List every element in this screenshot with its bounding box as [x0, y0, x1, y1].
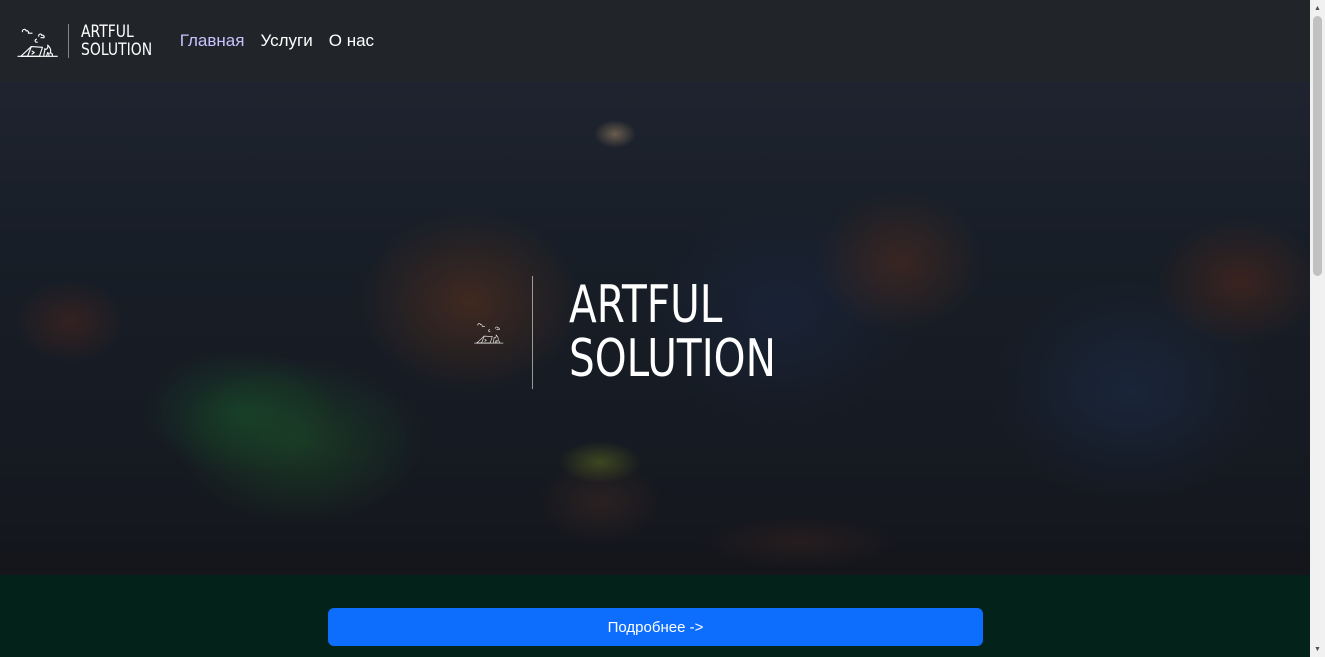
scrollbar-thumb[interactable] [1313, 16, 1322, 276]
nav-item-about[interactable]: О нас [321, 23, 382, 59]
hero-divider [532, 275, 533, 389]
hero-section: ARTFUL SOLUTION [0, 82, 1310, 575]
nav-item-services[interactable]: Услуги [252, 23, 320, 59]
nav-menu: Главная Услуги О нас [172, 23, 382, 59]
camping-tent-icon [17, 28, 58, 57]
page: ARTFUL SOLUTION Главная Услуги О нас ART… [0, 0, 1310, 657]
scroll-down-arrow-icon[interactable]: ▼ [1310, 642, 1325, 656]
brand-line2: SOLUTION [81, 40, 153, 60]
hero-logo: ARTFUL SOLUTION [474, 272, 834, 392]
more-details-button[interactable]: Подробнее -> [328, 608, 983, 646]
vertical-scrollbar[interactable]: ▲ ▼ [1310, 0, 1325, 657]
scroll-up-arrow-icon[interactable]: ▲ [1310, 1, 1325, 15]
brand-link[interactable]: ARTFUL SOLUTION [17, 21, 168, 61]
navbar: ARTFUL SOLUTION Главная Услуги О нас [0, 0, 1310, 82]
cta-section: Подробнее -> [0, 575, 1310, 657]
brand-line1: ARTFUL [81, 22, 134, 42]
brand-name: ARTFUL SOLUTION [81, 23, 152, 59]
brand-divider [68, 24, 69, 58]
camping-tent-icon [474, 323, 504, 344]
hero-title-line2: SOLUTION [568, 329, 776, 389]
nav-item-home[interactable]: Главная [172, 23, 253, 59]
hero-title-line1: ARTFUL [568, 275, 723, 335]
hero-title: ARTFUL SOLUTION [569, 278, 776, 386]
